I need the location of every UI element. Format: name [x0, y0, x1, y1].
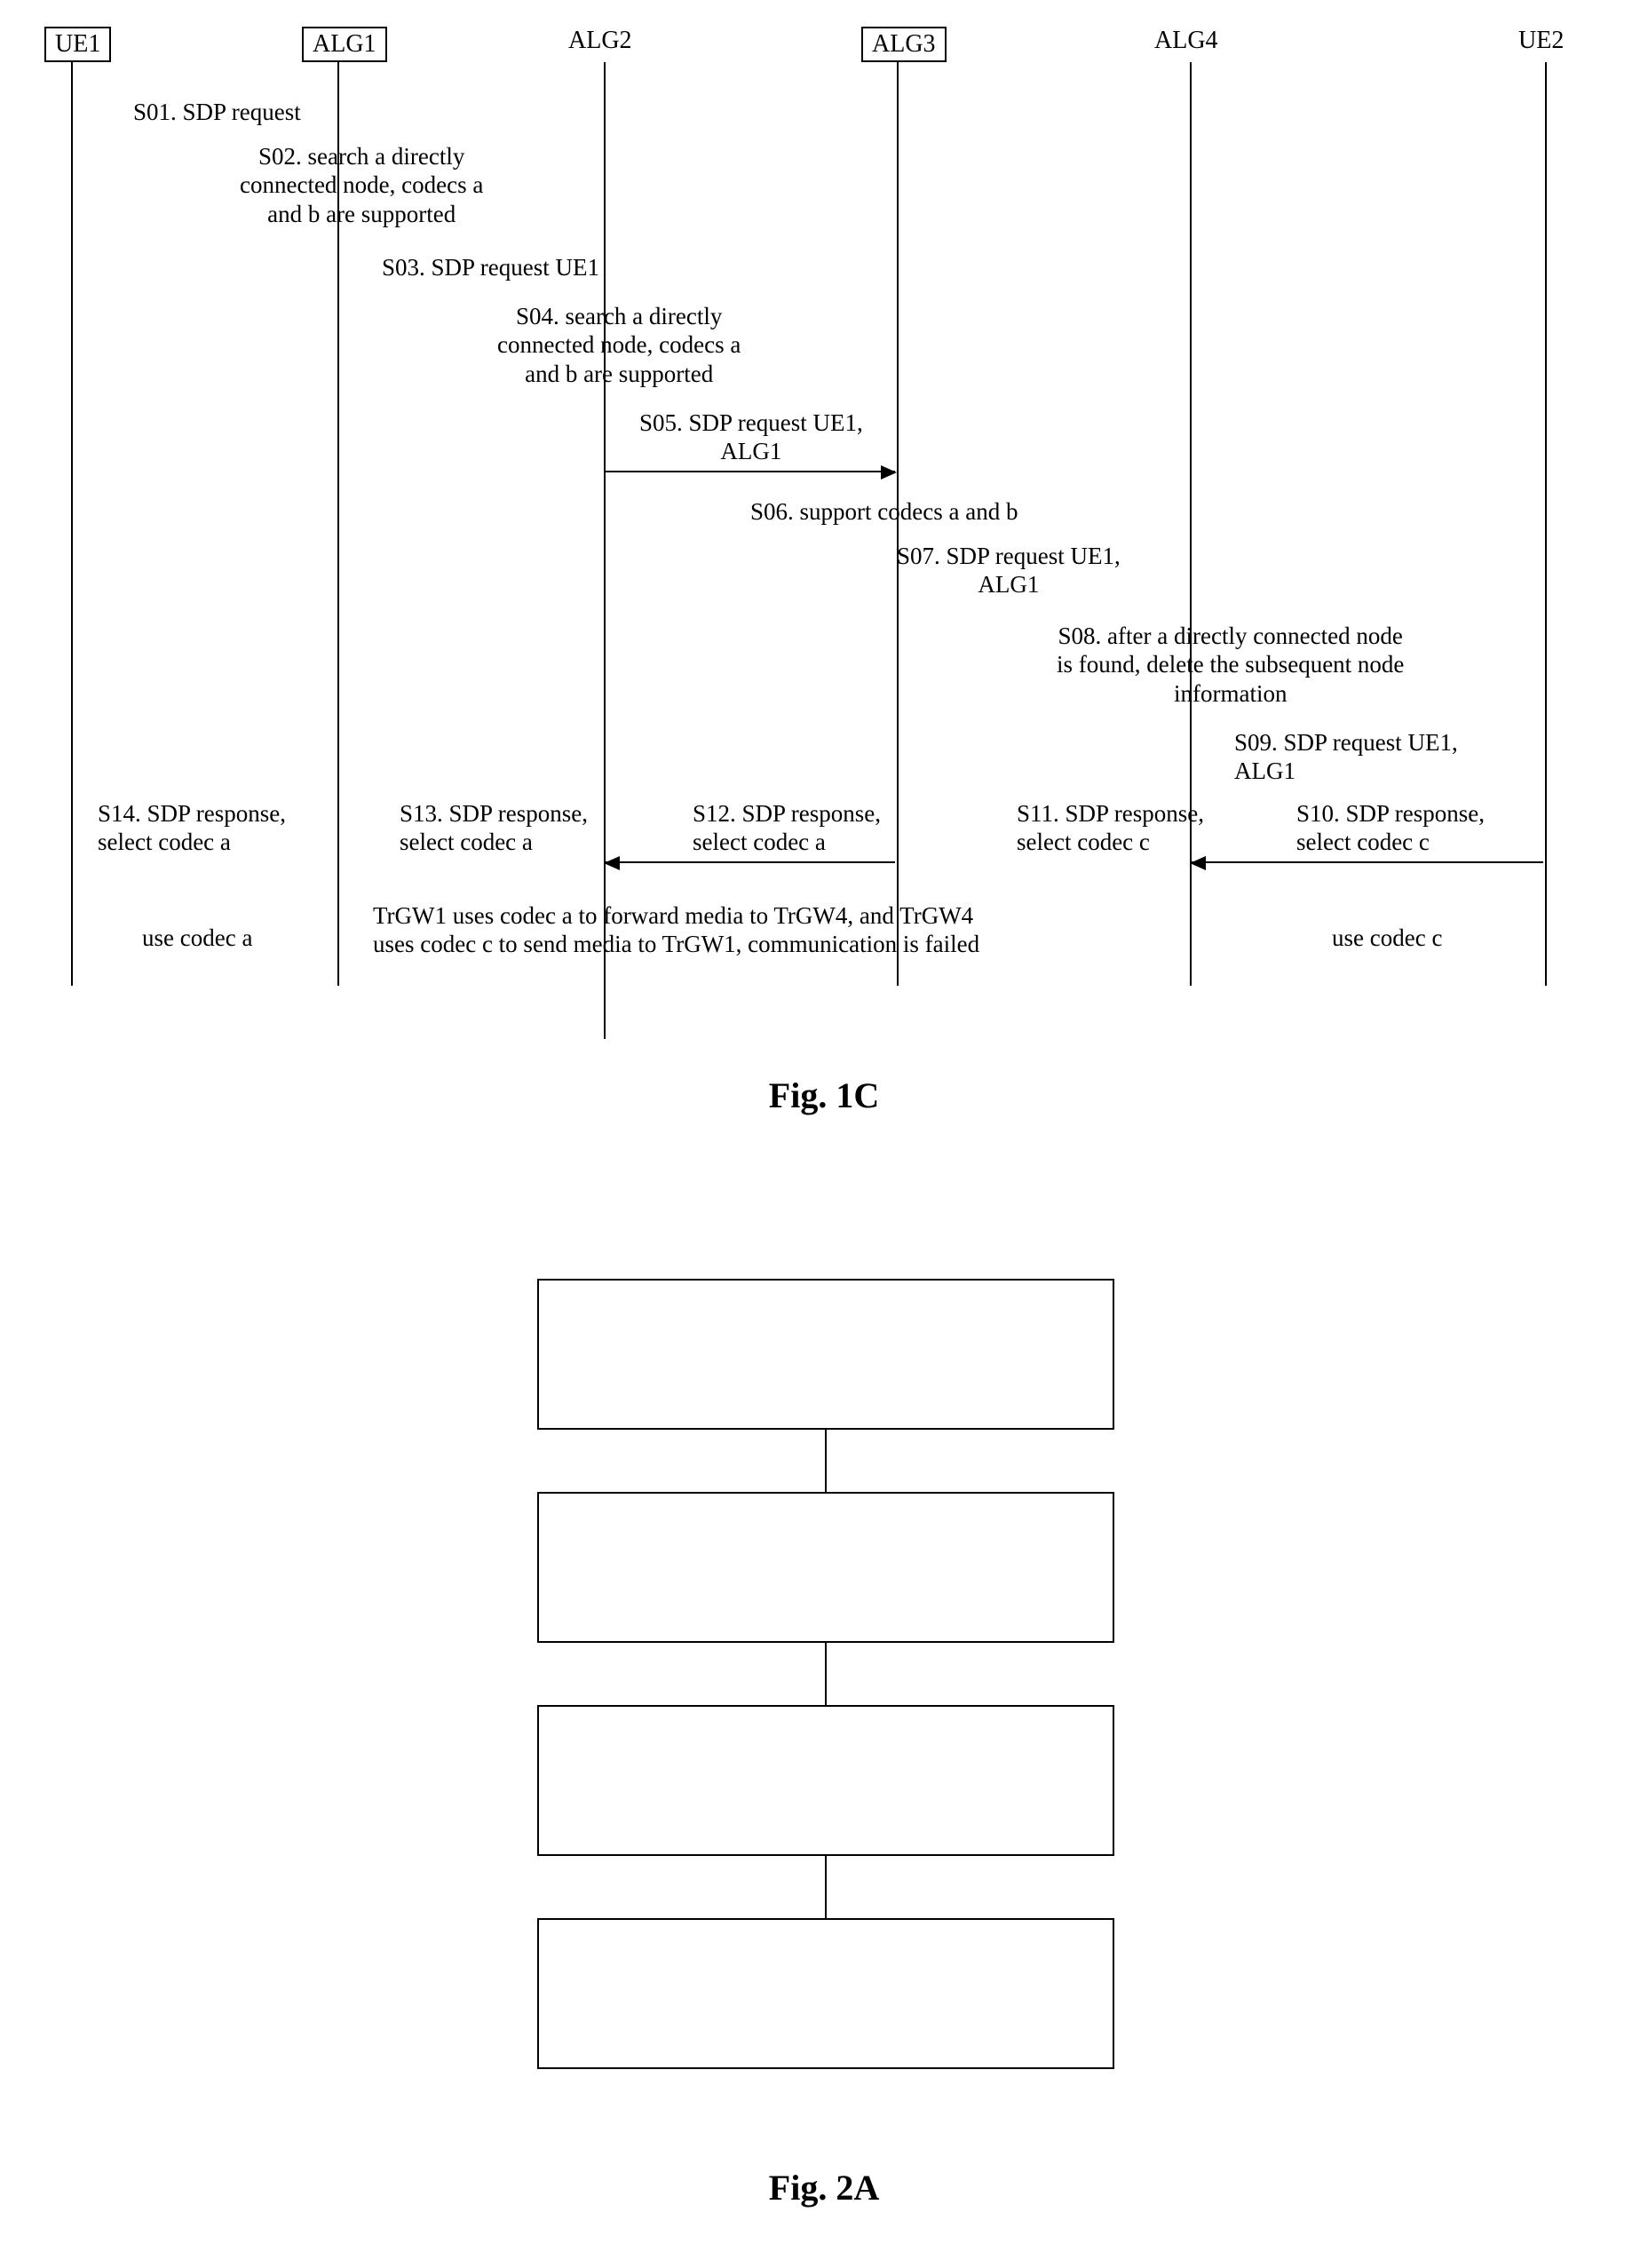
msg-s06: S06. support codecs a and b — [750, 497, 1018, 526]
arrow-s12 — [606, 861, 895, 863]
flow-connector-3 — [825, 1856, 827, 1918]
participant-ue2: UE2 — [1518, 27, 1564, 55]
msg-s07: S07. SDP request UE1,ALG1 — [897, 542, 1121, 599]
participant-alg4: ALG4 — [1154, 27, 1218, 55]
msg-s05: S05. SDP request UE1,ALG1 — [639, 408, 863, 466]
msg-s01: S01. SDP request — [133, 98, 301, 126]
msg-s08: S08. after a directly connected nodeis f… — [1057, 622, 1404, 708]
flow-connector-2 — [825, 1643, 827, 1705]
msg-use-codec-c: use codec c — [1332, 924, 1442, 952]
msg-s10: S10. SDP response,select codec c — [1296, 799, 1485, 857]
participant-alg1: ALG1 — [302, 27, 387, 62]
flowchart — [426, 1279, 1225, 2069]
msg-s12: S12. SDP response,select codec a — [693, 799, 881, 857]
msg-s11: S11. SDP response,select codec c — [1017, 799, 1204, 857]
flow-box-4 — [537, 1918, 1114, 2069]
flow-box-2 — [537, 1492, 1114, 1643]
msg-s04: S04. search a directlyconnected node, co… — [497, 302, 741, 388]
msg-s09: S09. SDP request UE1,ALG1 — [1234, 728, 1458, 786]
flow-box-1 — [537, 1279, 1114, 1430]
msg-failure-note: TrGW1 uses codec a to forward media to T… — [373, 901, 1110, 959]
msg-s13: S13. SDP response,select codec a — [400, 799, 588, 857]
caption-fig2a: Fig. 2A — [0, 2167, 1648, 2209]
sequence-diagram: UE1 ALG1 ALG2 ALG3 ALG4 UE2 S01. SDP req… — [71, 27, 1581, 1030]
participant-alg3: ALG3 — [861, 27, 947, 62]
participant-alg2: ALG2 — [568, 27, 632, 55]
arrow-s05 — [606, 471, 895, 472]
flow-box-3 — [537, 1705, 1114, 1856]
msg-s03: S03. SDP request UE1 — [382, 253, 599, 282]
msg-use-codec-a: use codec a — [142, 924, 252, 952]
arrow-s10 — [1192, 861, 1543, 863]
participant-ue1: UE1 — [44, 27, 111, 62]
msg-s02: S02. search a directlyconnected node, co… — [240, 142, 483, 228]
caption-fig1c: Fig. 1C — [0, 1075, 1648, 1116]
flow-connector-1 — [825, 1430, 827, 1492]
msg-s14: S14. SDP response,select codec a — [98, 799, 286, 857]
